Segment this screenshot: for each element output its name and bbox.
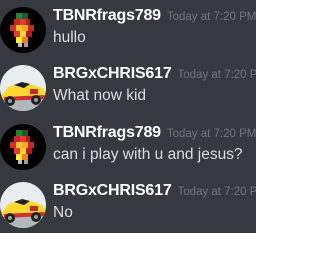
chat-message-list: TBNRfrags789 Today at 7:20 PM hullo BRGxC… (0, 0, 256, 233)
chat-message: TBNRfrags789 Today at 7:20 PM can i play … (0, 121, 256, 179)
username[interactable]: TBNRfrags789 (53, 7, 161, 24)
race-car-avatar-icon (0, 182, 46, 228)
chat-message: TBNRfrags789 Today at 7:20 PM hullo (0, 4, 256, 62)
username[interactable]: BRGxCHRIS617 (53, 182, 172, 199)
username[interactable]: TBNRfrags789 (53, 124, 161, 141)
race-car-avatar-icon (0, 65, 46, 111)
pixel-character-avatar-icon (0, 7, 46, 53)
user-avatar[interactable] (0, 182, 46, 228)
message-timestamp: Today at 7:20 PM (177, 69, 256, 81)
user-avatar[interactable] (0, 65, 46, 111)
chat-message: BRGxCHRIS617 Today at 7:20 PM What now ki… (0, 62, 256, 120)
user-avatar[interactable] (0, 124, 46, 170)
message-content: can i play with u and jesus? (53, 146, 243, 163)
message-content: No (53, 204, 73, 221)
message-timestamp: Today at 7:20 PM (166, 128, 256, 140)
message-timestamp: Today at 7:20 PM (166, 11, 256, 23)
user-avatar[interactable] (0, 7, 46, 53)
username[interactable]: BRGxCHRIS617 (53, 65, 172, 82)
chat-message: BRGxCHRIS617 Today at 7:20 PM No (0, 179, 256, 233)
message-content: What now kid (53, 87, 147, 104)
pixel-character-avatar-icon (0, 124, 46, 170)
message-content: hullo (53, 29, 86, 46)
message-timestamp: Today at 7:20 PM (177, 186, 256, 198)
